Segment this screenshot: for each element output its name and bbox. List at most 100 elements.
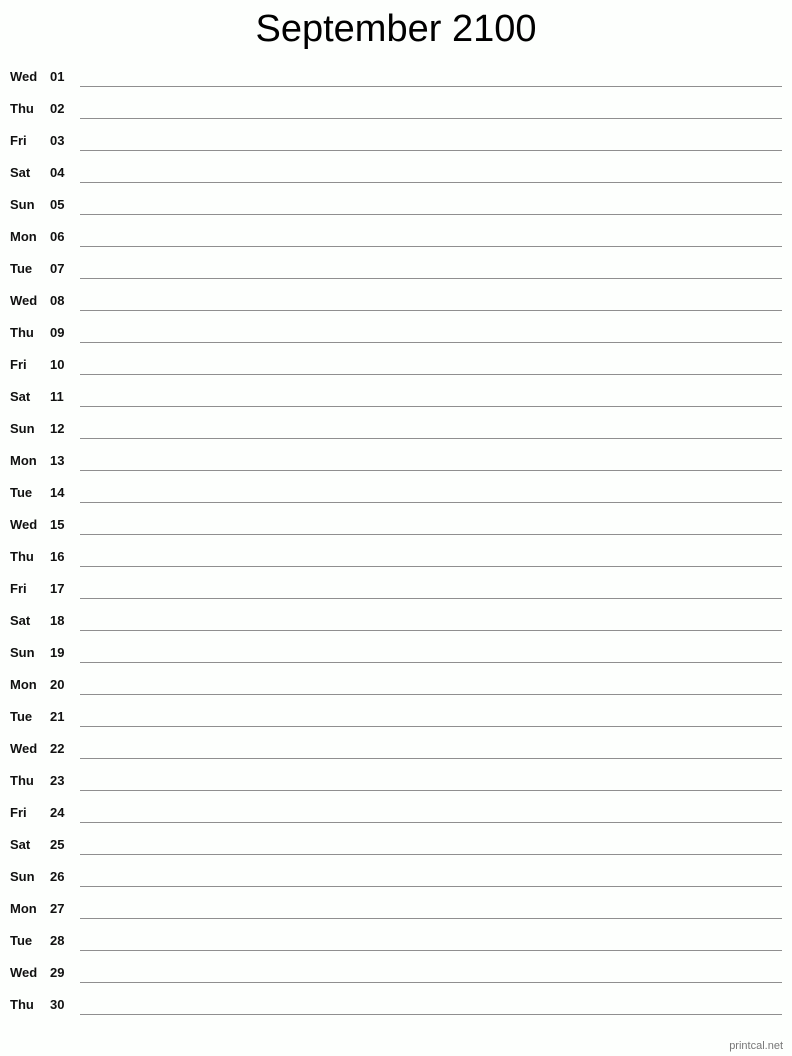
writing-line[interactable] xyxy=(80,566,782,567)
writing-line[interactable] xyxy=(80,342,782,343)
day-number: 18 xyxy=(50,613,65,628)
day-row: Wed 15 xyxy=(0,517,792,549)
day-number: 21 xyxy=(50,709,65,724)
day-of-week: Wed xyxy=(10,293,38,308)
day-of-week: Tue xyxy=(10,709,33,724)
day-row: Fri 03 xyxy=(0,133,792,165)
day-number: 17 xyxy=(50,581,65,596)
day-number: 22 xyxy=(50,741,65,756)
day-row: Fri 10 xyxy=(0,357,792,389)
writing-line[interactable] xyxy=(80,438,782,439)
writing-line[interactable] xyxy=(80,214,782,215)
day-row: Mon 20 xyxy=(0,677,792,709)
writing-line[interactable] xyxy=(80,790,782,791)
day-number: 03 xyxy=(50,133,65,148)
day-of-week: Fri xyxy=(10,805,27,820)
day-number: 24 xyxy=(50,805,65,820)
writing-line[interactable] xyxy=(80,246,782,247)
day-number: 16 xyxy=(50,549,65,564)
day-of-week: Sun xyxy=(10,197,35,212)
day-of-week: Wed xyxy=(10,69,38,84)
writing-line[interactable] xyxy=(80,982,782,983)
day-row: Thu 30 xyxy=(0,997,792,1029)
day-number: 30 xyxy=(50,997,65,1012)
day-row: Wed 08 xyxy=(0,293,792,325)
writing-line[interactable] xyxy=(80,374,782,375)
day-row: Sat 25 xyxy=(0,837,792,869)
day-of-week: Thu xyxy=(10,997,34,1012)
day-of-week: Wed xyxy=(10,517,38,532)
writing-line[interactable] xyxy=(80,598,782,599)
day-of-week: Sat xyxy=(10,613,31,628)
day-row: Thu 16 xyxy=(0,549,792,581)
writing-line[interactable] xyxy=(80,630,782,631)
day-of-week: Mon xyxy=(10,901,37,916)
writing-line[interactable] xyxy=(80,278,782,279)
day-row: Mon 27 xyxy=(0,901,792,933)
day-of-week: Wed xyxy=(10,741,38,756)
day-row: Sat 18 xyxy=(0,613,792,645)
day-number: 04 xyxy=(50,165,65,180)
page-title: September 2100 xyxy=(255,8,537,50)
day-row: Thu 09 xyxy=(0,325,792,357)
writing-line[interactable] xyxy=(80,502,782,503)
day-number: 08 xyxy=(50,293,65,308)
writing-line[interactable] xyxy=(80,118,782,119)
day-number: 14 xyxy=(50,485,65,500)
footer-credit: printcal.net xyxy=(729,1040,783,1052)
day-number: 23 xyxy=(50,773,65,788)
writing-line[interactable] xyxy=(80,1014,782,1015)
writing-line[interactable] xyxy=(80,534,782,535)
day-of-week: Sun xyxy=(10,645,35,660)
writing-line[interactable] xyxy=(80,726,782,727)
day-of-week: Tue xyxy=(10,933,33,948)
writing-line[interactable] xyxy=(80,694,782,695)
day-of-week: Tue xyxy=(10,261,33,276)
day-number: 05 xyxy=(50,197,65,212)
day-row: Wed 29 xyxy=(0,965,792,997)
day-row: Sat 04 xyxy=(0,165,792,197)
writing-line[interactable] xyxy=(80,86,782,87)
day-row: Tue 14 xyxy=(0,485,792,517)
day-number: 11 xyxy=(50,389,64,404)
day-row: Fri 17 xyxy=(0,581,792,613)
day-number: 07 xyxy=(50,261,65,276)
day-number: 10 xyxy=(50,357,65,372)
writing-line[interactable] xyxy=(80,950,782,951)
day-of-week: Thu xyxy=(10,773,34,788)
day-number: 06 xyxy=(50,229,65,244)
day-row: Mon 13 xyxy=(0,453,792,485)
day-number: 29 xyxy=(50,965,65,980)
day-of-week: Fri xyxy=(10,581,27,596)
day-number: 09 xyxy=(50,325,65,340)
writing-line[interactable] xyxy=(80,150,782,151)
day-of-week: Wed xyxy=(10,965,38,980)
day-number: 19 xyxy=(50,645,65,660)
day-number: 28 xyxy=(50,933,65,948)
writing-line[interactable] xyxy=(80,854,782,855)
day-row: Sun 19 xyxy=(0,645,792,677)
day-of-week: Thu xyxy=(10,549,34,564)
writing-line[interactable] xyxy=(80,918,782,919)
day-of-week: Sun xyxy=(10,869,35,884)
writing-line[interactable] xyxy=(80,470,782,471)
writing-line[interactable] xyxy=(80,822,782,823)
day-of-week: Mon xyxy=(10,229,37,244)
day-number: 26 xyxy=(50,869,65,884)
writing-line[interactable] xyxy=(80,182,782,183)
day-of-week: Fri xyxy=(10,357,27,372)
writing-line[interactable] xyxy=(80,758,782,759)
day-of-week: Tue xyxy=(10,485,33,500)
day-of-week: Sat xyxy=(10,389,31,404)
day-row: Sun 12 xyxy=(0,421,792,453)
writing-line[interactable] xyxy=(80,886,782,887)
day-of-week: Mon xyxy=(10,453,37,468)
day-number: 27 xyxy=(50,901,65,916)
day-row: Wed 22 xyxy=(0,741,792,773)
writing-line[interactable] xyxy=(80,310,782,311)
day-of-week: Mon xyxy=(10,677,37,692)
writing-line[interactable] xyxy=(80,662,782,663)
day-number: 15 xyxy=(50,517,65,532)
day-number: 02 xyxy=(50,101,65,116)
writing-line[interactable] xyxy=(80,406,782,407)
